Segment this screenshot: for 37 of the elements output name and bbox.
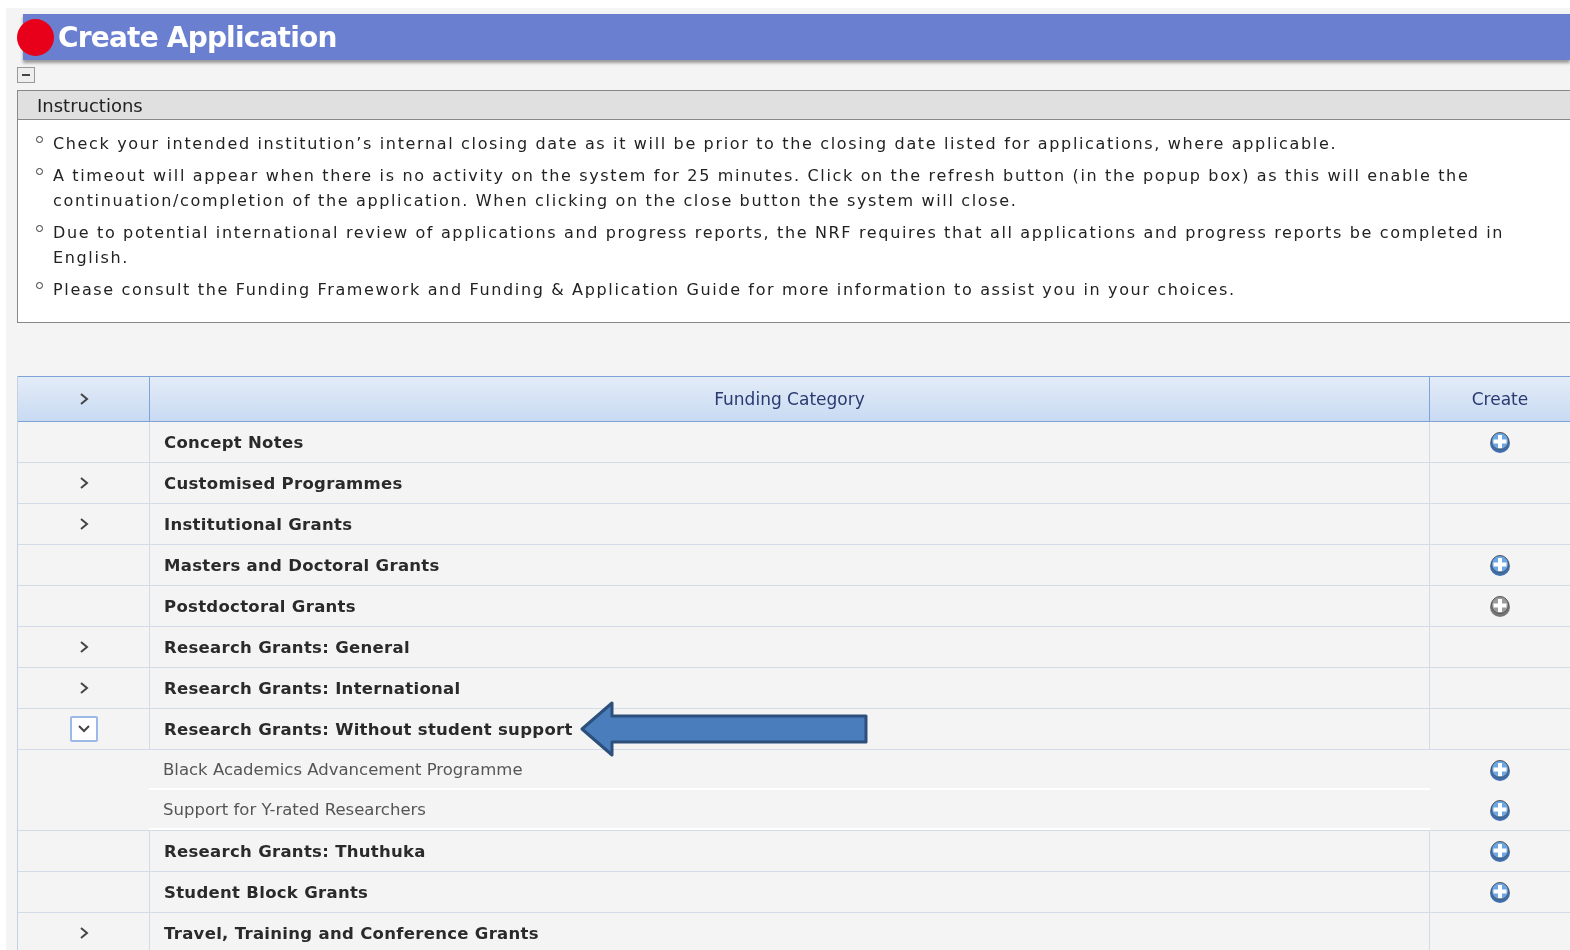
category-name: Concept Notes — [164, 432, 304, 452]
category-name: Research Grants: Thuthuka — [164, 841, 426, 861]
status-dot-icon — [17, 19, 54, 56]
collapse-button[interactable] — [17, 67, 35, 83]
panel-heading: Instructions — [37, 94, 143, 116]
category-name: Masters and Doctoral Grants — [164, 555, 440, 575]
add-icon[interactable] — [1489, 798, 1511, 822]
instruction-text: Due to potential international review of applications and progress reports, the NRF requires that all applications and progress reports be completed in English. — [53, 222, 1506, 269]
subcategory-name: Black Academics Advancement Programme — [163, 759, 523, 779]
column-header[interactable]: Create — [1471, 389, 1529, 409]
category-name: Research Grants: Without student support — [164, 719, 573, 739]
column-header[interactable]: Funding Category — [714, 389, 865, 409]
instruction-text: A timeout will appear when there is no activity on the system for 25 minutes. Click on the refresh button (in the popup box) as this will enable the continuation/completion of the application. When clicking on the close button the system will close. — [53, 165, 1471, 212]
chevron-right-icon[interactable] — [78, 517, 89, 531]
chevron-right-icon[interactable] — [78, 681, 89, 695]
category-name: Institutional Grants — [164, 514, 353, 534]
page-title: Create Application — [58, 20, 337, 54]
collapse-toggle[interactable] — [69, 716, 98, 742]
instruction-text: Please consult the Funding Framework and Funding & Application Guide for more information to assist you in your choices. — [53, 279, 1236, 301]
add-icon[interactable] — [1489, 553, 1511, 577]
category-name: Research Grants: General — [164, 637, 410, 657]
chevron-right-icon[interactable] — [78, 640, 89, 654]
add-icon[interactable] — [1489, 430, 1511, 454]
category-name: Travel, Training and Conference Grants — [164, 923, 539, 943]
chevron-right-icon[interactable] — [78, 926, 89, 940]
chevron-right-icon[interactable] — [78, 476, 89, 490]
category-name: Research Grants: International — [164, 678, 461, 698]
instruction-text: Check your intended institution’s internal closing date as it will be prior to the closing date listed for applications, where applicable. — [53, 133, 1338, 155]
subcategory-name: Support for Y-rated Researchers — [163, 799, 426, 819]
add-icon[interactable] — [1489, 758, 1511, 782]
add-icon[interactable] — [1489, 839, 1511, 863]
chevron-right-icon[interactable] — [78, 392, 89, 406]
chevron-down-icon — [77, 725, 90, 733]
category-name: Customised Programmes — [164, 473, 403, 493]
category-name: Postdoctoral Grants — [164, 596, 356, 616]
add-icon[interactable] — [1489, 880, 1511, 904]
category-name: Student Block Grants — [164, 882, 369, 902]
